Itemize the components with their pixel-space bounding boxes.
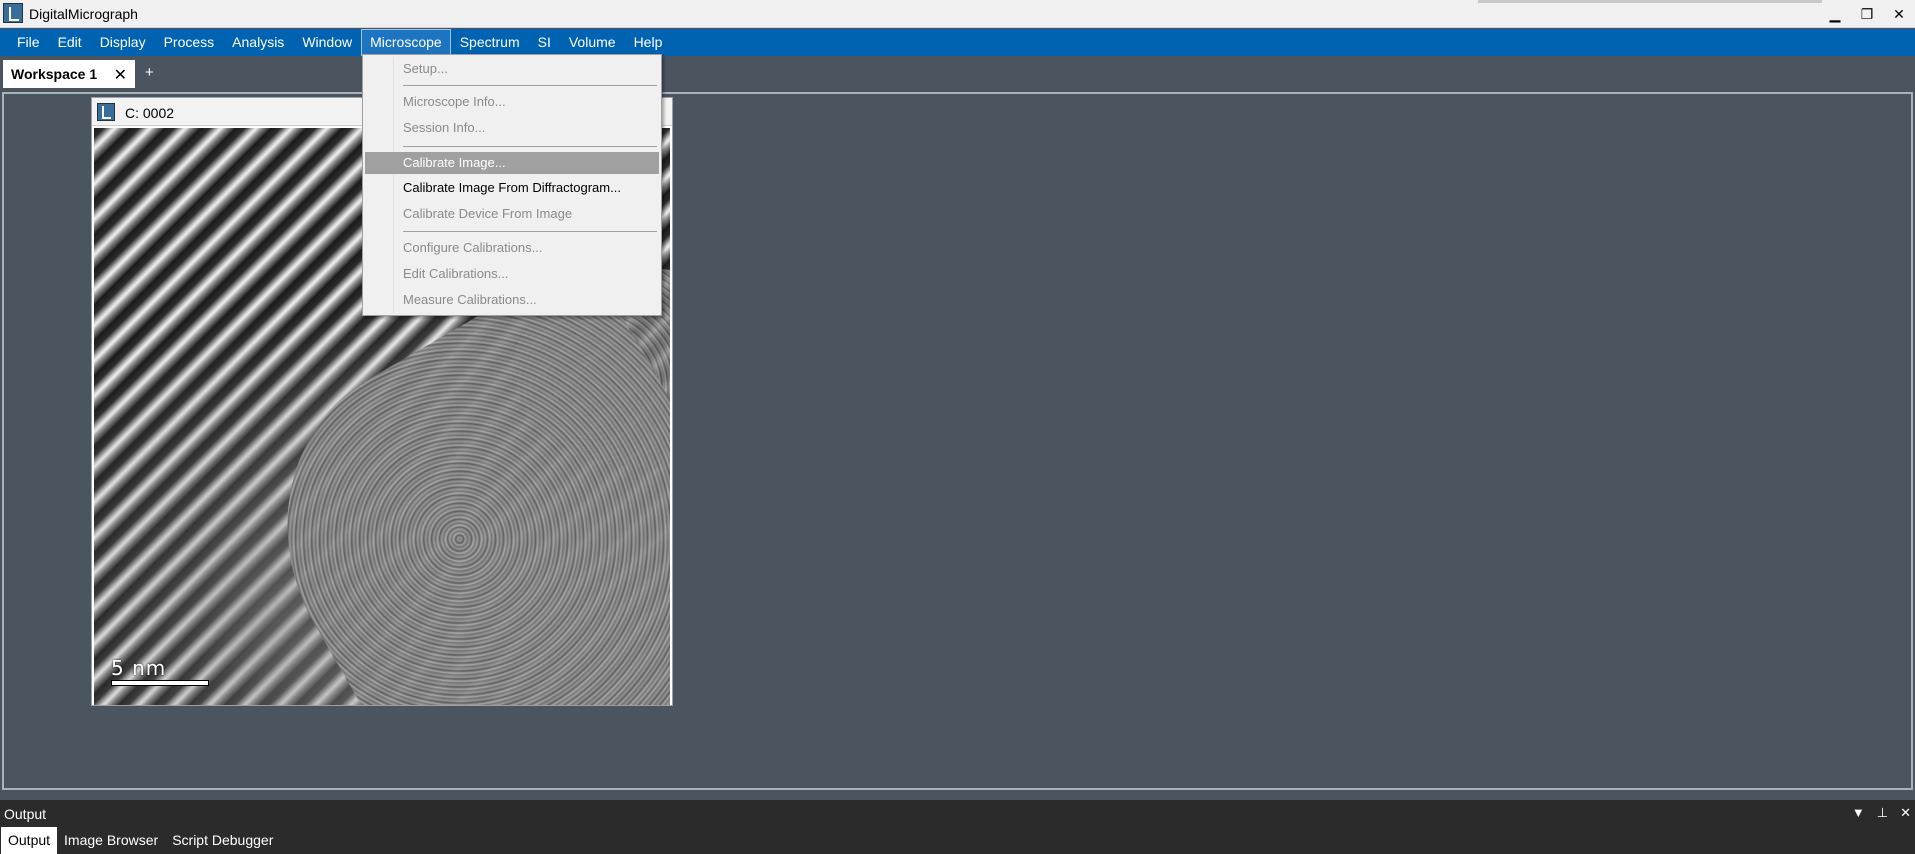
menu-si[interactable]: SI — [529, 29, 560, 56]
menu-item-microscope-info[interactable]: Microscope Info... — [365, 91, 659, 113]
menu-separator — [403, 85, 657, 86]
menu-item-session-info[interactable]: Session Info... — [365, 117, 659, 139]
title-bar: DigitalMicrograph ▁ ❐ ✕ — [0, 0, 1915, 28]
image-window-icon — [97, 103, 115, 121]
pin-icon[interactable]: ⊥ — [1877, 805, 1888, 821]
tab-workspace-1[interactable]: Workspace 1 ✕ — [3, 60, 135, 88]
app-title: DigitalMicrograph — [29, 6, 138, 22]
output-panel-title: Output — [4, 806, 47, 822]
menu-analysis[interactable]: Analysis — [223, 29, 293, 56]
close-window-button[interactable]: ✕ — [1883, 0, 1915, 28]
add-workspace-button[interactable]: + — [145, 64, 154, 81]
menu-separator — [403, 146, 657, 147]
menu-item-measure-calibrations[interactable]: Measure Calibrations... — [365, 289, 659, 311]
menu-item-edit-calibrations[interactable]: Edit Calibrations... — [365, 263, 659, 285]
image-window-title: C: 0002 — [125, 105, 175, 121]
tab-workspace-1-label: Workspace 1 — [11, 66, 98, 82]
tab-script-debugger[interactable]: Script Debugger — [165, 827, 280, 854]
menu-item-configure-calibrations[interactable]: Configure Calibrations... — [365, 237, 659, 259]
title-bar-strip — [1478, 0, 1822, 3]
menu-help[interactable]: Help — [625, 29, 672, 56]
microscope-menu-dropdown: Setup... Microscope Info... Session Info… — [362, 54, 662, 316]
minimize-button[interactable]: ▁ — [1819, 0, 1851, 28]
close-tab-icon[interactable]: ✕ — [114, 65, 127, 85]
menu-item-calibrate-image-diffractogram[interactable]: Calibrate Image From Diffractogram... — [365, 177, 659, 199]
tab-image-browser[interactable]: Image Browser — [57, 827, 165, 854]
menu-display[interactable]: Display — [91, 29, 155, 56]
output-panel-tabs: Output Image Browser Script Debugger — [0, 827, 1915, 854]
menu-item-calibrate-device[interactable]: Calibrate Device From Image — [365, 203, 659, 225]
menu-item-setup[interactable]: Setup... — [365, 58, 659, 80]
image-amorphous-region-lower — [222, 253, 670, 705]
output-panel-header: Output ▼ ⊥ ✕ — [0, 800, 1915, 827]
menu-microscope[interactable]: Microscope — [361, 29, 451, 56]
restore-button[interactable]: ❐ — [1851, 0, 1883, 28]
menu-process[interactable]: Process — [155, 29, 224, 56]
menu-window[interactable]: Window — [293, 29, 361, 56]
tab-output[interactable]: Output — [1, 827, 58, 854]
close-icon[interactable]: ✕ — [1900, 805, 1911, 821]
scale-bar-label: 5 nm — [111, 656, 167, 680]
menu-file[interactable]: File — [8, 29, 49, 56]
dropdown-arrow-icon[interactable]: ▼ — [1852, 805, 1865, 821]
workspace-tab-strip: Workspace 1 ✕ + — [0, 56, 1915, 92]
menu-bar: File Edit Display Process Analysis Windo… — [0, 29, 1915, 56]
menu-volume[interactable]: Volume — [560, 29, 625, 56]
menu-spectrum[interactable]: Spectrum — [451, 29, 529, 56]
menu-item-calibrate-image[interactable]: Calibrate Image... — [365, 152, 659, 174]
scale-bar — [111, 680, 209, 686]
menu-separator — [403, 231, 657, 232]
menu-edit[interactable]: Edit — [49, 29, 91, 56]
window-controls: ▁ ❐ ✕ — [1819, 0, 1915, 28]
app-logo-icon — [3, 3, 23, 23]
output-panel-controls: ▼ ⊥ ✕ — [1852, 805, 1911, 821]
